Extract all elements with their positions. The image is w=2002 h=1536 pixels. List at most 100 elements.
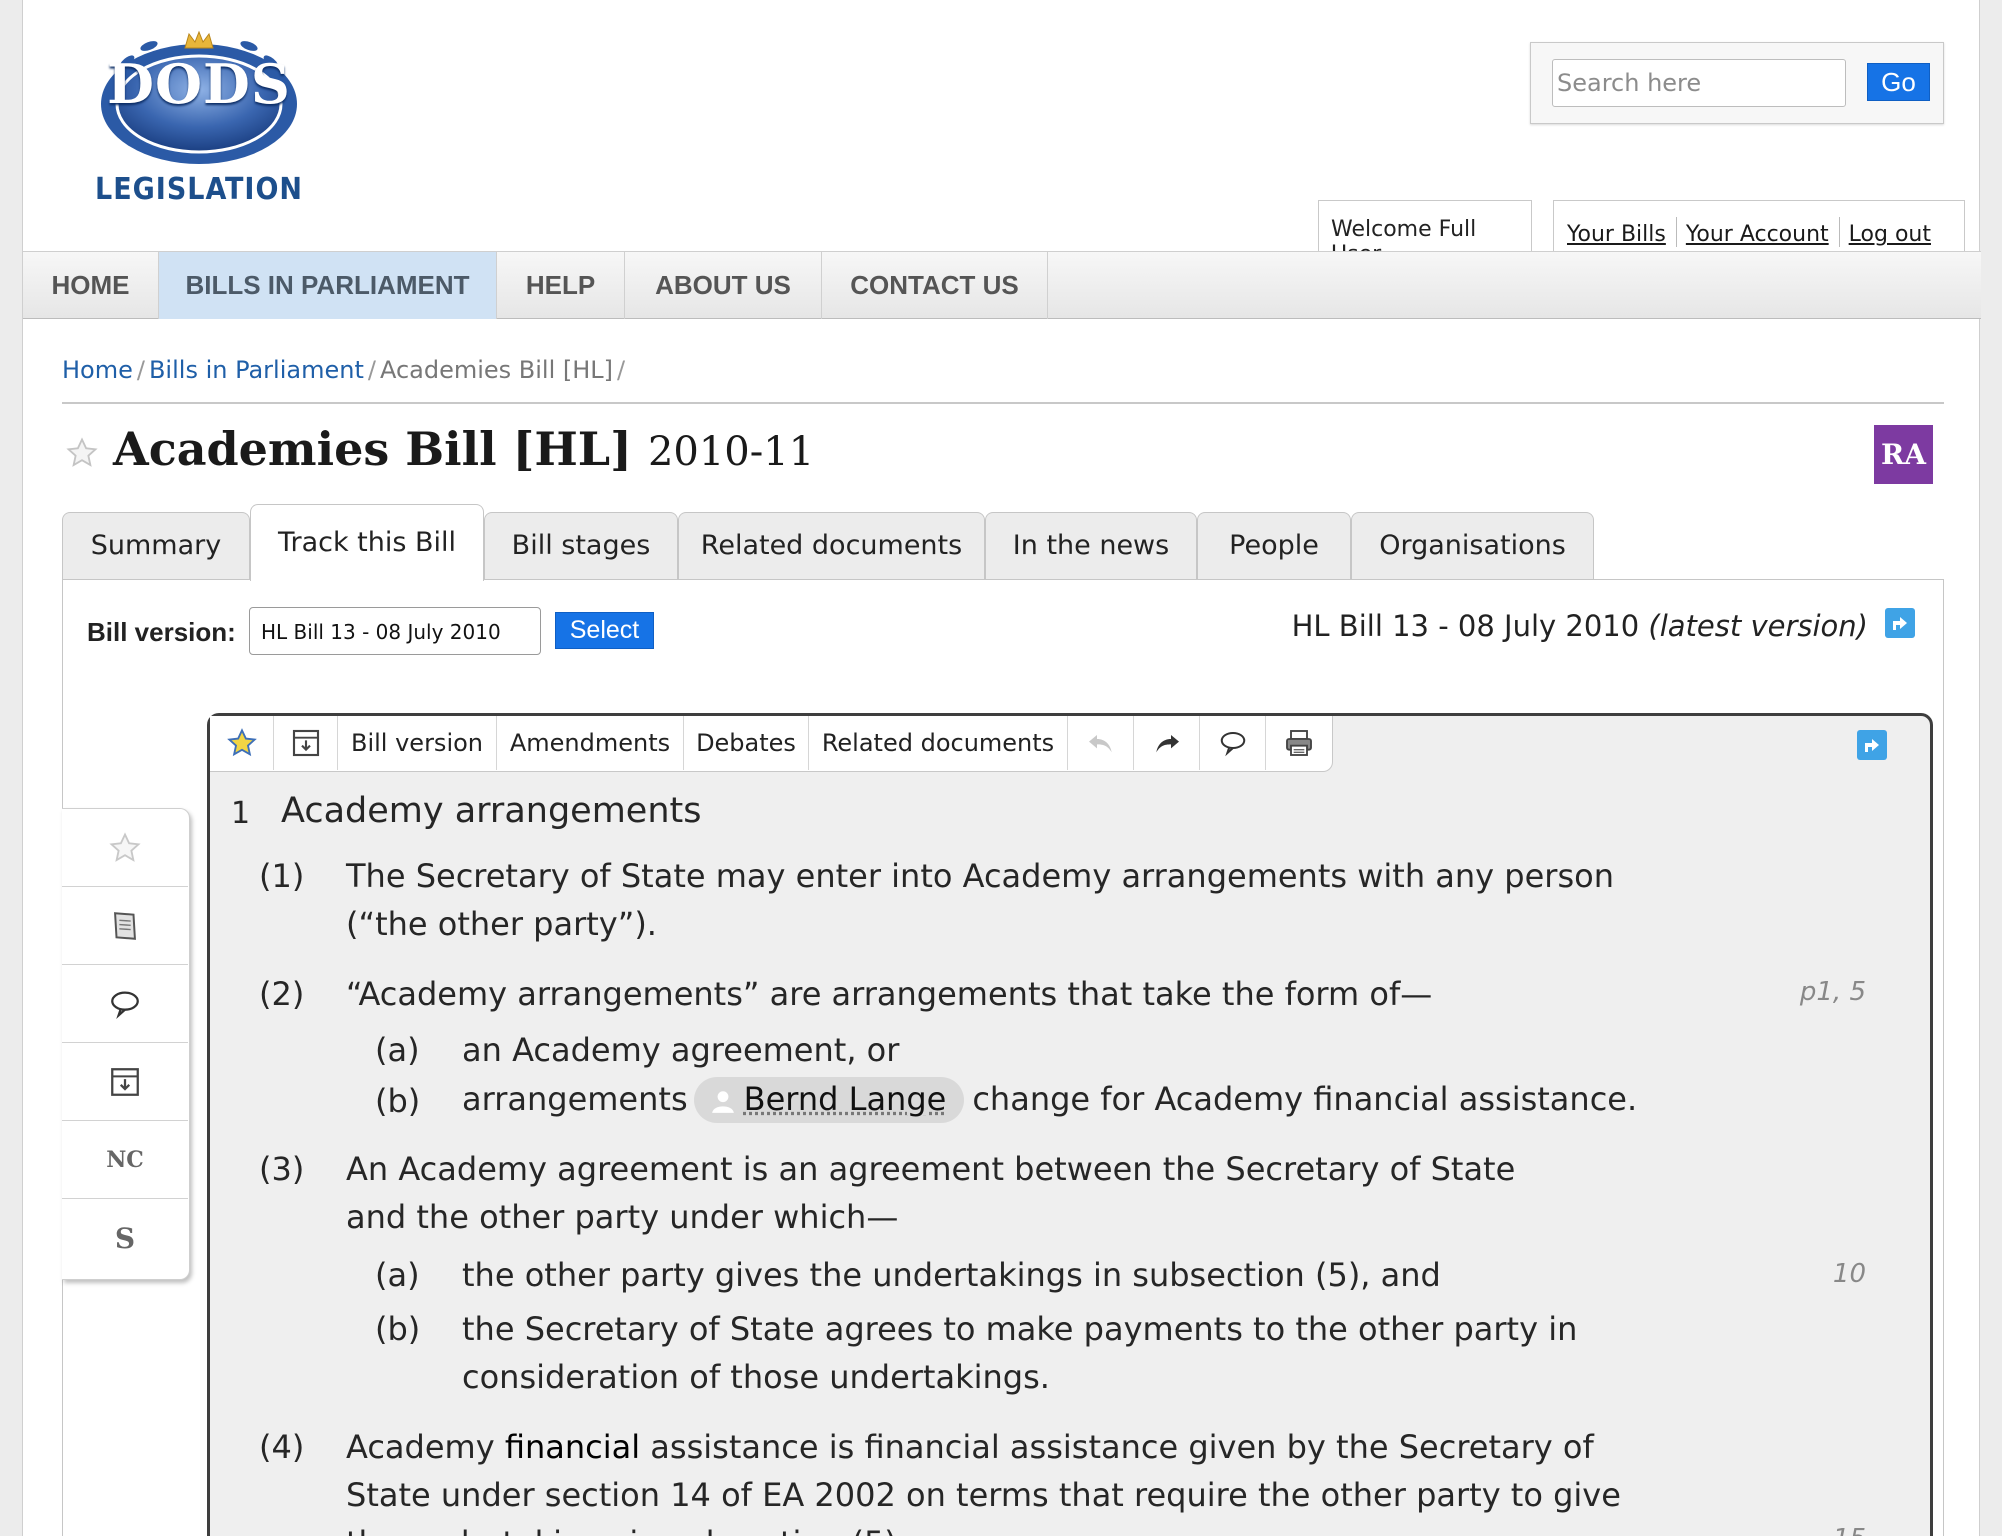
tab-in-the-news[interactable]: In the news [985,512,1197,580]
toolbar-print-button[interactable] [1266,716,1332,770]
breadcrumb-home[interactable]: Home [62,356,133,384]
tab-track-this-bill[interactable]: Track this Bill [250,504,484,581]
tab-people[interactable]: People [1197,512,1351,580]
paragraph-3a-text: the other party gives the undertakings i… [462,1256,1441,1294]
breadcrumb-divider [62,402,1944,404]
side-toolbar: NC S [62,808,190,1280]
subsection-4-number: (4) [259,1428,305,1466]
paragraph-2b-number: (b) [375,1082,421,1120]
toolbar-comment-button[interactable] [1200,716,1266,770]
paragraph-2a-text: an Academy agreement, or [462,1031,900,1069]
toolbar-bill-version[interactable]: Bill version [338,716,497,770]
toolbar-amendments[interactable]: Amendments [497,716,684,770]
nav-home[interactable]: HOME [23,252,159,319]
person-icon [711,1091,734,1113]
subsection-4-line-1: Academy financial assistance is financia… [346,1428,1594,1466]
your-bills-link[interactable]: Your Bills [1567,222,1666,247]
side-comment-button[interactable] [62,965,188,1043]
dods-logo[interactable]: DODS LEGISLATION [79,14,319,207]
subsection-1-line-1: The Secretary of State may enter into Ac… [346,857,1614,895]
subsection-4-text-a: Academy [346,1428,505,1466]
subsection-4-line-3: the undertakings in subsection (5) [346,1524,897,1536]
subsection-3-number: (3) [259,1150,305,1188]
paragraph-3b-line-2: consideration of those undertakings. [462,1358,1050,1396]
favourite-star-icon[interactable] [65,436,99,470]
comment-icon [1220,732,1245,757]
print-icon [1286,730,1312,756]
nav-help[interactable]: HELP [497,252,625,319]
paragraph-3b-number: (b) [375,1310,421,1348]
subsection-4-line-2: State under section 14 of EA 2002 on ter… [346,1476,1621,1514]
bill-version-label: Bill version: [87,617,236,647]
search-box: Go [1530,42,1944,124]
bill-name: Academies Bill [HL] [113,422,632,476]
latest-version-note: (latest version) [1648,609,1868,643]
bill-text-viewer [207,713,1933,1536]
page: DODS LEGISLATION Go Welcome Full User Yo… [22,0,1981,1536]
paragraph-3b-line-1: the Secretary of State agrees to make pa… [462,1310,1578,1348]
section-heading: Academy arrangements [281,791,702,831]
share-icon[interactable] [1885,608,1915,638]
breadcrumb: Home / Bills in Parliament / Academies Bill … [62,356,626,384]
subsection-2-text: “Academy arrangements” are arrangements … [346,975,1433,1013]
toolbar-download-button[interactable] [274,716,338,770]
current-version-text: HL Bill 13 - 08 July 2010 [1291,609,1640,643]
margin-line-ref: 15 [1833,1524,1866,1536]
logo-word: DODS [107,52,291,116]
document-icon [114,911,136,940]
toolbar-debates[interactable]: Debates [684,716,809,770]
redo-icon [1155,735,1179,753]
tab-bill-stages[interactable]: Bill stages [484,512,678,580]
toolbar-related-documents[interactable]: Related documents [809,716,1068,770]
nav-bills-in-parliament[interactable]: BILLS IN PARLIAMENT [159,252,497,319]
your-account-link[interactable]: Your Account [1686,222,1829,247]
search-input[interactable] [1552,59,1846,107]
side-note-button[interactable] [62,887,188,965]
person-name: Bernd Lange [743,1080,947,1118]
document-toolbar: Bill version Amendments Debates Related … [210,716,1333,772]
toolbar-star-button[interactable] [210,716,274,770]
star-icon [226,728,257,757]
document-share-icon[interactable] [1857,730,1887,760]
paragraph-2b-text: arrangements Bernd Lange change for Academ… [462,1077,1638,1124]
subsection-1-number: (1) [259,857,305,895]
paragraph-2b-after: change for Academy financial assistance. [972,1080,1638,1118]
nav-contact-us[interactable]: CONTACT US [822,252,1048,319]
breadcrumb-bills-in-parliament[interactable]: Bills in Parliament [149,356,364,384]
log-out-link[interactable]: Log out [1849,222,1931,247]
side-download-button[interactable] [62,1043,188,1121]
margin-line-ref: p1, 5 [1799,977,1866,1007]
bill-version-select[interactable]: HL Bill 13 - 08 July 2010 [249,607,541,655]
toolbar-redo-button[interactable] [1134,716,1200,770]
main-nav: HOME BILLS IN PARLIAMENT HELP ABOUT US C… [23,251,1981,319]
s-label: S [114,1221,136,1255]
logo-subtitle: LEGISLATION [95,172,303,207]
tab-organisations[interactable]: Organisations [1351,512,1594,580]
link-separator [1838,217,1840,247]
bill-session: 2010-11 [647,429,815,475]
side-nc-button[interactable]: NC [62,1121,188,1199]
current-version: HL Bill 13 - 08 July 2010 (latest versio… [1292,609,1868,643]
side-s-button[interactable]: S [62,1199,188,1277]
breadcrumb-current: Academies Bill [HL] [379,356,614,384]
page-title: Academies Bill [HL] 2010-11 [113,422,814,476]
toolbar-undo-button[interactable] [1068,716,1134,770]
paragraph-3a-number: (a) [375,1256,420,1294]
paragraph-2a-number: (a) [375,1031,420,1069]
star-icon [109,831,141,862]
side-star-button[interactable] [62,809,188,887]
nav-about-us[interactable]: ABOUT US [625,252,822,319]
select-button[interactable]: Select [555,612,654,649]
subsection-2-number: (2) [259,975,305,1013]
subsection-1-line-2: (“the other party”). [346,905,657,943]
comment-icon [111,991,139,1019]
royal-assent-badge: RA [1874,425,1933,484]
person-mention-chip[interactable]: Bernd Lange [693,1077,965,1124]
search-go-button[interactable]: Go [1867,63,1930,101]
paragraph-2b-before: arrangements [462,1080,688,1118]
tab-summary[interactable]: Summary [62,512,250,580]
tab-related-documents[interactable]: Related documents [678,512,985,580]
download-icon [292,729,319,757]
download-icon [111,1067,139,1096]
subsection-4-text-b: financial [504,1428,641,1466]
